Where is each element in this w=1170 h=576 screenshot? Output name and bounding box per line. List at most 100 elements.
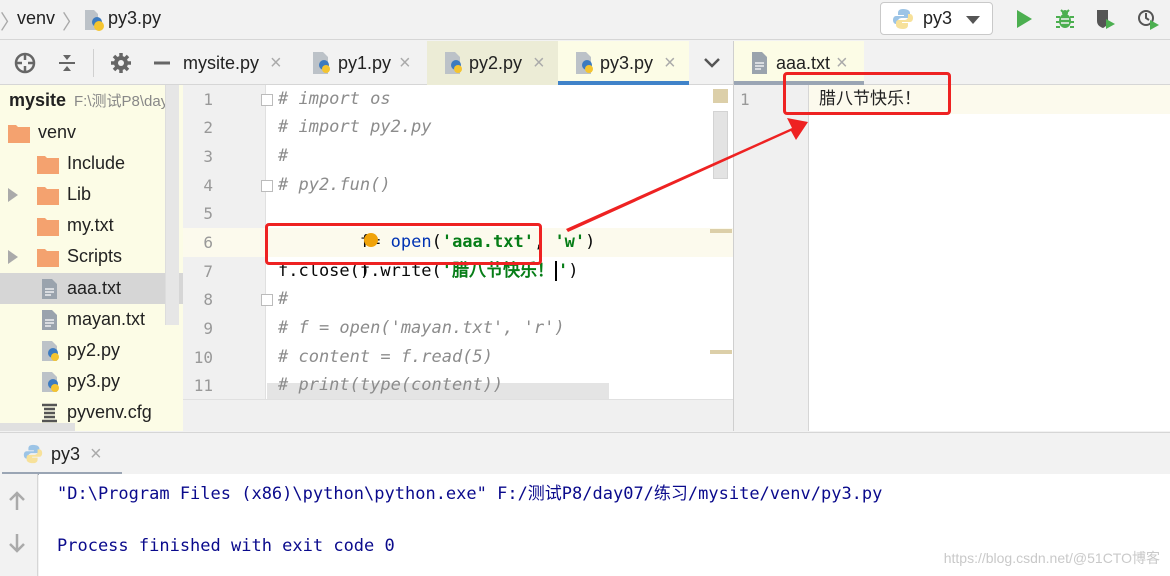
breadcrumb-separator: 〉 — [62, 12, 82, 34]
toolbar-divider — [93, 49, 94, 77]
annotation-box-file-content — [783, 72, 951, 115]
code-line: # print(type(content)) — [278, 375, 504, 395]
tab-py1-py[interactable]: py1.py × — [301, 41, 424, 85]
tab-overflow-chevron-icon[interactable] — [703, 55, 721, 71]
code-line: # content = f.read(5) — [278, 347, 493, 367]
run-panel-tab-bar: py3 × — [0, 432, 1170, 475]
project-toolbar — [0, 41, 183, 85]
tree-item-label: py3.py — [67, 371, 121, 391]
line-number: 8 — [203, 290, 213, 309]
line-number: 5 — [203, 204, 213, 223]
ide-window: 〉 venv 〉 py3.py py3 mysite F:\测试P8\day v… — [0, 0, 1170, 576]
text-file-icon — [42, 309, 57, 330]
python-file-icon — [313, 52, 330, 74]
tree-scrollbar[interactable] — [165, 85, 179, 325]
tab-label: py3 — [51, 443, 81, 464]
error-stripe-marker[interactable] — [713, 89, 728, 103]
tab-label: aaa.txt — [776, 52, 831, 73]
tree-item-lib[interactable]: Lib — [0, 179, 183, 210]
tree-item-label: venv — [38, 122, 77, 142]
code-line: # f = open('mayan.txt', 'r') — [278, 318, 565, 338]
tree-item-label: pyvenv.cfg — [67, 402, 152, 422]
tab-mysite-py[interactable]: mysite.py × — [183, 41, 293, 85]
close-icon[interactable]: × — [533, 52, 545, 75]
tree-item-aaa-txt[interactable]: aaa.txt — [0, 273, 183, 304]
breadcrumb-py3[interactable]: py3.py — [108, 8, 161, 29]
tree-item-label: Lib — [67, 184, 92, 204]
folder-icon — [37, 155, 59, 174]
close-icon[interactable]: × — [90, 443, 102, 466]
minimize-icon[interactable] — [150, 51, 174, 75]
line-number: 11 — [193, 376, 213, 395]
expand-arrow-icon[interactable] — [8, 187, 18, 202]
python-icon — [23, 444, 43, 464]
scroll-up-icon[interactable] — [7, 490, 27, 512]
python-file-icon — [445, 52, 462, 74]
folder-icon — [37, 248, 59, 267]
editor-gutter: 1 — [734, 85, 809, 431]
tree-item-label: mayan.txt — [67, 309, 146, 329]
code-line: # import py2.py — [278, 117, 432, 137]
line-number: 9 — [203, 319, 213, 338]
tree-root[interactable]: mysite F:\测试P8\day — [0, 85, 183, 116]
line-number: 2 — [203, 118, 213, 137]
line-number: 1 — [740, 90, 750, 109]
tree-item-include[interactable]: Include — [0, 148, 183, 179]
folder-icon — [8, 124, 30, 143]
line-number: 4 — [203, 176, 213, 195]
console-line: "D:\Program Files (x86)\python\python.ex… — [57, 484, 883, 504]
run-panel-sidebar — [0, 474, 38, 576]
run-tab-py3[interactable]: py3 × — [0, 433, 122, 475]
profile-icon[interactable] — [1136, 7, 1160, 31]
gear-icon[interactable] — [109, 51, 133, 75]
tree-item-scripts[interactable]: Scripts — [0, 241, 183, 272]
run-config-label: py3 — [923, 8, 953, 28]
chevron-down-icon — [966, 16, 980, 24]
tab-py3-py[interactable]: py3.py × — [558, 41, 689, 85]
error-stripe-marker[interactable] — [710, 350, 732, 354]
tree-item-venv[interactable]: venv — [0, 117, 183, 148]
line-number: 1 — [203, 90, 213, 109]
breadcrumb-venv[interactable]: venv — [17, 8, 55, 29]
tab-label: py3.py — [600, 52, 654, 73]
python-file-icon — [576, 52, 593, 74]
tab-py2-py[interactable]: py2.py × — [427, 41, 558, 85]
run-console-output[interactable]: "D:\Program Files (x86)\python\python.ex… — [39, 474, 1170, 576]
tree-item-py3-py[interactable]: py3.py — [0, 366, 183, 397]
python-file-icon — [42, 371, 59, 392]
tab-label: mysite.py — [183, 52, 260, 73]
text-file-icon — [752, 52, 767, 74]
collapse-all-icon[interactable] — [55, 51, 79, 75]
tree-horizontal-scrollbar[interactable] — [0, 423, 75, 431]
debug-icon[interactable] — [1053, 7, 1077, 31]
scroll-down-icon[interactable] — [7, 532, 27, 554]
close-icon[interactable]: × — [664, 52, 676, 75]
project-tree: mysite F:\测试P8\day venv Include Lib my.t… — [0, 85, 183, 431]
error-stripe-marker[interactable] — [710, 229, 732, 233]
text-editor-aaa-txt[interactable]: 1 腊八节快乐！ — [733, 85, 1170, 431]
tree-item-mayan-txt[interactable]: mayan.txt — [0, 304, 183, 335]
code-line: # — [278, 289, 289, 309]
line-number: 10 — [193, 348, 213, 367]
navigation-bar: 〉 venv 〉 py3.py py3 — [0, 0, 1170, 40]
python-file-icon — [42, 340, 59, 361]
project-root-name: mysite — [9, 90, 67, 110]
close-icon[interactable]: × — [270, 52, 282, 75]
editor-scrollbar[interactable] — [713, 111, 728, 179]
watermark: https://blog.csdn.net/@51CTO博客 — [943, 550, 1160, 566]
close-icon[interactable]: × — [399, 52, 411, 75]
expand-arrow-icon[interactable] — [8, 249, 18, 264]
run-icon[interactable] — [1012, 7, 1036, 31]
tree-item-label: py2.py — [67, 340, 121, 360]
code-line: # py2.fun() — [278, 175, 391, 195]
tree-item-my-txt[interactable]: my.txt — [0, 210, 183, 241]
locate-icon[interactable] — [13, 51, 37, 75]
folder-icon — [37, 186, 59, 205]
text-file-icon — [42, 278, 57, 299]
tree-item-py2-py[interactable]: py2.py — [0, 335, 183, 366]
run-configuration-select[interactable]: py3 — [880, 2, 993, 35]
python-file-icon — [85, 10, 104, 31]
line-number: 3 — [203, 147, 213, 166]
line-number: 6 — [203, 233, 213, 252]
run-with-coverage-icon[interactable] — [1094, 7, 1118, 31]
